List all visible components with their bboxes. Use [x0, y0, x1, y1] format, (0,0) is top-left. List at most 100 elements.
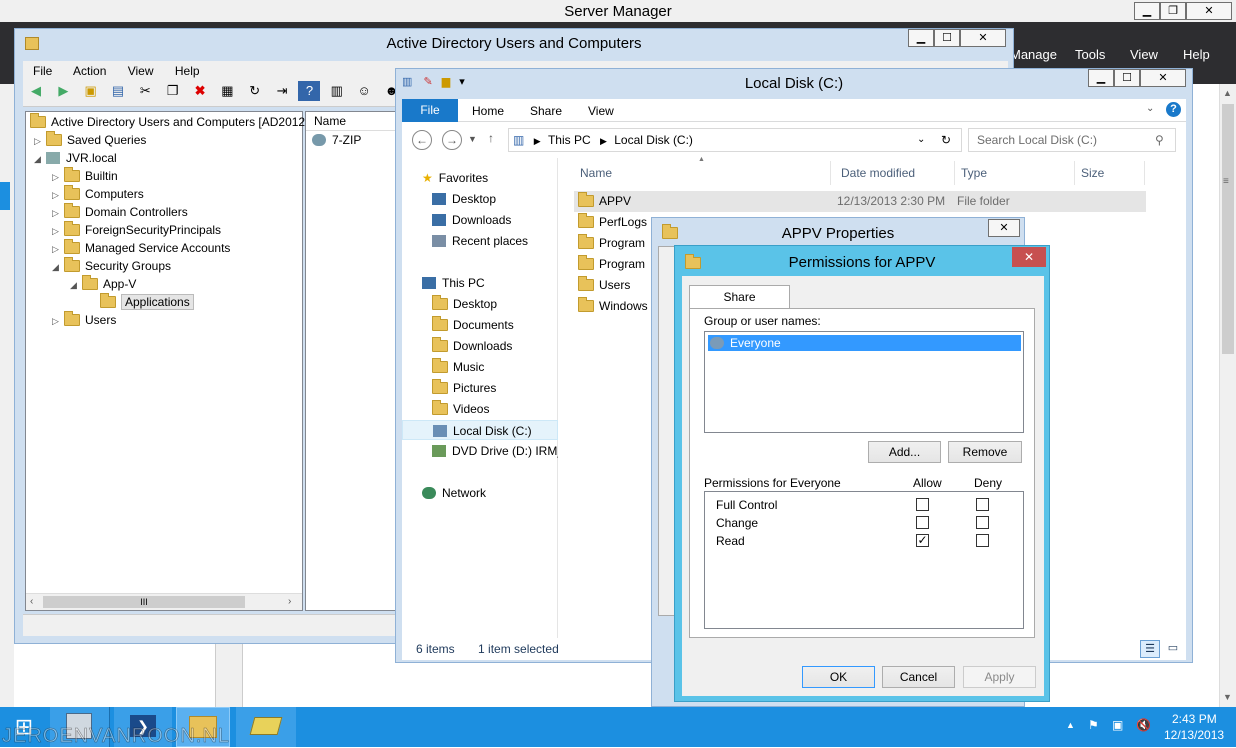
action-center-icon[interactable]: ⚑: [1088, 718, 1099, 732]
clock-date[interactable]: 12/13/2013: [1164, 728, 1224, 742]
nav-favorites[interactable]: ★ Favorites: [422, 168, 488, 188]
tree-computers[interactable]: ▷ Computers: [52, 185, 144, 203]
search-box[interactable]: Search Local Disk (C:) ⚲: [968, 128, 1176, 152]
file-row[interactable]: PerfLogs: [574, 212, 647, 233]
collapse-arrow-icon[interactable]: ◢: [52, 258, 64, 276]
aduc-menu-file[interactable]: File: [33, 64, 52, 78]
back-button[interactable]: ←: [412, 130, 432, 150]
nav-fav-downloads[interactable]: Downloads: [432, 210, 511, 230]
server-manager-blue-tab[interactable]: [0, 182, 10, 210]
list-item-everyone[interactable]: Everyone: [708, 335, 1021, 351]
new-user-icon[interactable]: ☺: [353, 81, 375, 101]
column-type[interactable]: Type: [955, 161, 1075, 185]
perm-full-control-allow-checkbox[interactable]: [916, 498, 929, 511]
appv-properties-close-button[interactable]: ✕: [988, 219, 1020, 237]
add-button[interactable]: Add...: [868, 441, 941, 463]
explorer-minimize-button[interactable]: ▁: [1088, 69, 1114, 87]
nav-pc-downloads[interactable]: Downloads: [432, 336, 512, 356]
expand-arrow-icon[interactable]: ▷: [52, 222, 64, 240]
export-icon[interactable]: ⇥: [271, 81, 293, 101]
show-tree-icon[interactable]: ▤: [107, 81, 129, 101]
tab-share-permissions[interactable]: Share Permissions: [689, 285, 790, 326]
menu-help[interactable]: Help: [1183, 47, 1210, 62]
large-icons-view-icon[interactable]: ▭: [1164, 640, 1182, 658]
details-view-icon[interactable]: ☰: [1140, 640, 1160, 658]
collapse-arrow-icon[interactable]: ◢: [70, 276, 82, 294]
back-arrow-icon[interactable]: ◀: [25, 81, 47, 101]
breadcrumb-local-disk[interactable]: Local Disk (C:): [614, 133, 693, 147]
up-folder-icon[interactable]: ▣: [80, 81, 102, 101]
expand-arrow-icon[interactable]: ▷: [52, 186, 64, 204]
expand-arrow-icon[interactable]: ▷: [34, 132, 46, 150]
taskbar-aduc[interactable]: [236, 707, 296, 747]
explorer-close-button[interactable]: ✕: [1140, 69, 1186, 87]
tree-hscroll-thumb[interactable]: III: [43, 596, 245, 608]
console-icon[interactable]: ▥: [326, 81, 348, 101]
tree-msa[interactable]: ▷ Managed Service Accounts: [52, 239, 230, 257]
nav-pc-pictures[interactable]: Pictures: [432, 378, 496, 398]
file-row[interactable]: Windows: [574, 296, 648, 317]
ribbon-expand-icon[interactable]: ⌄: [1146, 103, 1154, 114]
nav-fav-recent[interactable]: Recent places: [432, 231, 528, 251]
forward-button[interactable]: →: [442, 130, 462, 150]
tree-foreign[interactable]: ▷ ForeignSecurityPrincipals: [52, 221, 221, 239]
file-row[interactable]: Users: [574, 275, 630, 296]
apply-button[interactable]: Apply: [963, 666, 1036, 688]
perm-change-allow-checkbox[interactable]: [916, 516, 929, 529]
tree-applications[interactable]: Applications: [100, 293, 194, 311]
ribbon-tab-file[interactable]: File: [402, 99, 458, 122]
ribbon-tab-home[interactable]: Home: [472, 104, 504, 118]
column-size[interactable]: Size: [1075, 161, 1145, 185]
minimize-button[interactable]: ▁: [1134, 2, 1160, 20]
nav-pc-desktop[interactable]: Desktop: [432, 294, 497, 314]
explorer-maximize-button[interactable]: ☐: [1114, 69, 1140, 87]
menu-view[interactable]: View: [1130, 47, 1158, 62]
scroll-left-icon[interactable]: ‹: [30, 596, 33, 607]
perm-read-deny-checkbox[interactable]: [976, 534, 989, 547]
address-dropdown-icon[interactable]: ⌄: [917, 129, 925, 151]
scroll-thumb[interactable]: [1222, 104, 1234, 354]
refresh-icon[interactable]: ↻: [244, 81, 266, 101]
perm-change-deny-checkbox[interactable]: [976, 516, 989, 529]
recent-dropdown-icon[interactable]: ▼: [468, 134, 477, 144]
nav-pc-documents[interactable]: Documents: [432, 315, 514, 335]
aduc-list-header-name[interactable]: Name: [306, 112, 406, 131]
up-arrow-icon[interactable]: ↑: [488, 131, 494, 145]
tree-saved-queries[interactable]: ▷ Saved Queries: [34, 131, 146, 149]
network-tray-icon[interactable]: ▣: [1112, 718, 1123, 732]
aduc-maximize-button[interactable]: ☐: [934, 29, 960, 47]
aduc-list-item[interactable]: 7-ZIP: [312, 133, 361, 147]
file-row[interactable]: Program: [574, 254, 645, 275]
file-row[interactable]: APPV 12/13/2013 2:30 PM File folder: [574, 191, 1146, 212]
nav-pc-videos[interactable]: Videos: [432, 399, 489, 419]
tree-builtin[interactable]: ▷ Builtin: [52, 167, 118, 185]
column-name[interactable]: Name: [574, 161, 831, 185]
nav-fav-desktop[interactable]: Desktop: [432, 189, 496, 209]
scroll-up-icon[interactable]: ▲: [1223, 88, 1232, 98]
perm-full-control-deny-checkbox[interactable]: [976, 498, 989, 511]
tree-security-groups[interactable]: ◢ Security Groups: [52, 257, 171, 275]
ribbon-tab-view[interactable]: View: [588, 104, 614, 118]
properties-icon[interactable]: ▦: [216, 81, 238, 101]
server-manager-scrollbar[interactable]: ▲ ≡ ▼: [1219, 84, 1236, 707]
menu-manage[interactable]: Manage: [1010, 47, 1057, 62]
nav-pc-local-disk[interactable]: Local Disk (C:): [402, 420, 558, 440]
breadcrumb-this-pc[interactable]: This PC: [548, 133, 591, 147]
remove-button[interactable]: Remove: [948, 441, 1022, 463]
scroll-down-icon[interactable]: ▼: [1223, 692, 1232, 702]
expand-arrow-icon[interactable]: ▷: [52, 240, 64, 258]
tree-domain[interactable]: ◢ JVR.local: [34, 149, 117, 167]
tree-root[interactable]: Active Directory Users and Computers [AD…: [30, 113, 315, 131]
expand-arrow-icon[interactable]: ▷: [52, 168, 64, 186]
restore-button[interactable]: ❐: [1160, 2, 1186, 20]
cut-icon[interactable]: ✂: [134, 81, 156, 101]
help-icon[interactable]: ?: [298, 81, 321, 101]
column-date[interactable]: Date modified: [835, 161, 955, 185]
show-hidden-icons-icon[interactable]: ▲: [1066, 720, 1075, 730]
aduc-menu-help[interactable]: Help: [175, 64, 200, 78]
nav-this-pc[interactable]: This PC: [422, 273, 485, 293]
collapse-arrow-icon[interactable]: ◢: [34, 150, 46, 168]
aduc-minimize-button[interactable]: ▁: [908, 29, 934, 47]
group-names-list[interactable]: Everyone: [704, 331, 1024, 433]
aduc-menu-action[interactable]: Action: [73, 64, 106, 78]
